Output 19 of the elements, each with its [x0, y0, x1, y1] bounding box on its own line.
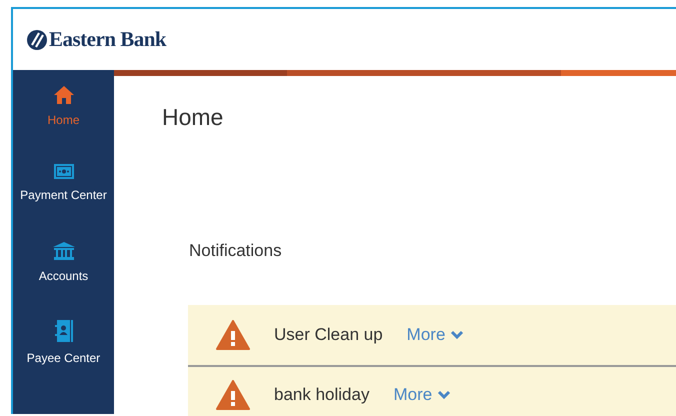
nav-item[interactable]: Payee Center — [13, 320, 114, 398]
logo-text: Eastern Bank — [49, 27, 166, 52]
address-book-icon — [54, 320, 72, 342]
home-icon — [54, 86, 74, 104]
page-title: Home — [162, 104, 224, 131]
chevron-down-icon — [437, 390, 452, 400]
notifications-heading: Notifications — [189, 241, 283, 261]
banknote-icon — [54, 164, 74, 179]
warning-icon — [216, 320, 250, 350]
nav-item[interactable]: Payment Center — [13, 164, 114, 242]
warning-icon — [216, 380, 250, 410]
nav-item[interactable]: Home — [13, 86, 114, 164]
bank-logo[interactable]: Eastern Bank — [26, 27, 166, 52]
notification-text: User Clean up — [274, 325, 383, 345]
nav-item[interactable]: Accounts — [13, 242, 114, 320]
logo-mark-icon — [26, 28, 48, 50]
bank-icon — [52, 242, 74, 260]
notification-text: bank holiday — [274, 385, 370, 405]
chevron-down-icon — [450, 330, 464, 340]
